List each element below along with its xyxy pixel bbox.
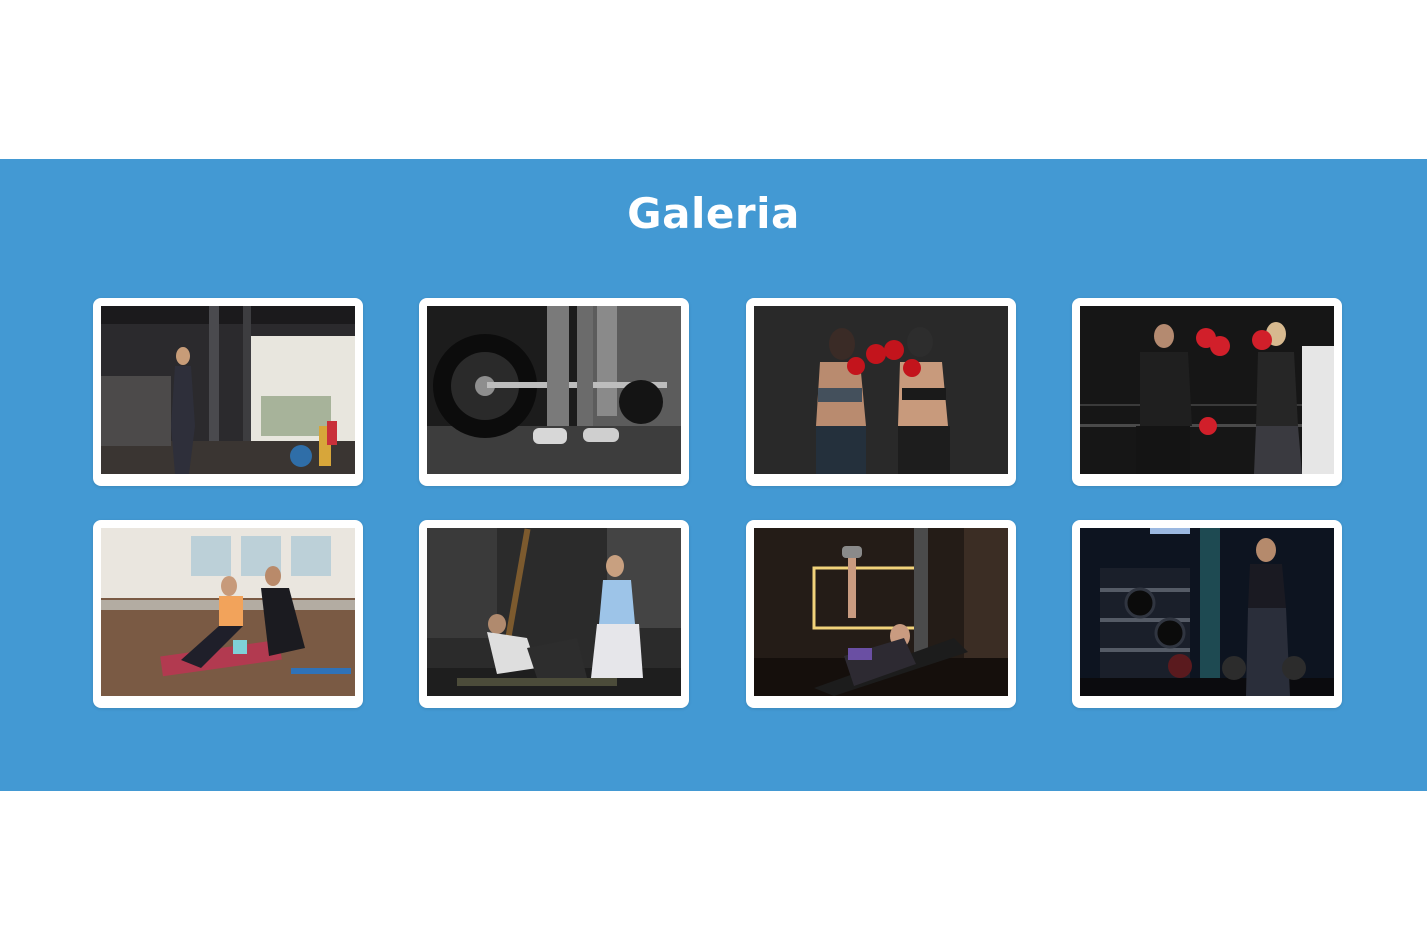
gallery-card-3[interactable]: [745, 298, 1016, 486]
gallery-photo-boxing-pads: [1079, 306, 1334, 474]
gallery-card-7[interactable]: [745, 520, 1016, 708]
gallery-card-2[interactable]: [419, 298, 690, 486]
gallery-photo-cable-machine: [101, 306, 355, 474]
photo-illustration: [427, 528, 682, 696]
gallery-photo-kickboxing: [753, 306, 1008, 474]
gallery-title: Galeria: [627, 189, 800, 238]
gallery-card-4[interactable]: [1071, 298, 1342, 486]
photo-illustration: [427, 306, 682, 474]
photo-illustration: [753, 528, 1008, 696]
gallery-photo-athlete-plates: [1079, 528, 1334, 696]
gallery-card-1[interactable]: [93, 298, 363, 486]
photo-illustration: [1079, 306, 1334, 474]
photo-illustration: [101, 306, 355, 474]
photo-illustration: [753, 306, 1008, 474]
gallery-photo-bench-press: [753, 528, 1008, 696]
gallery-photo-situps: [427, 528, 682, 696]
photo-illustration: [1079, 528, 1334, 696]
gallery-photo-barbell: [427, 306, 682, 474]
gallery-card-6[interactable]: [419, 520, 690, 708]
gallery-grid: [93, 298, 1342, 708]
gallery-photo-stretching: [101, 528, 355, 696]
photo-illustration: [101, 528, 355, 696]
gallery-card-8[interactable]: [1071, 520, 1342, 708]
gallery-card-5[interactable]: [93, 520, 363, 708]
